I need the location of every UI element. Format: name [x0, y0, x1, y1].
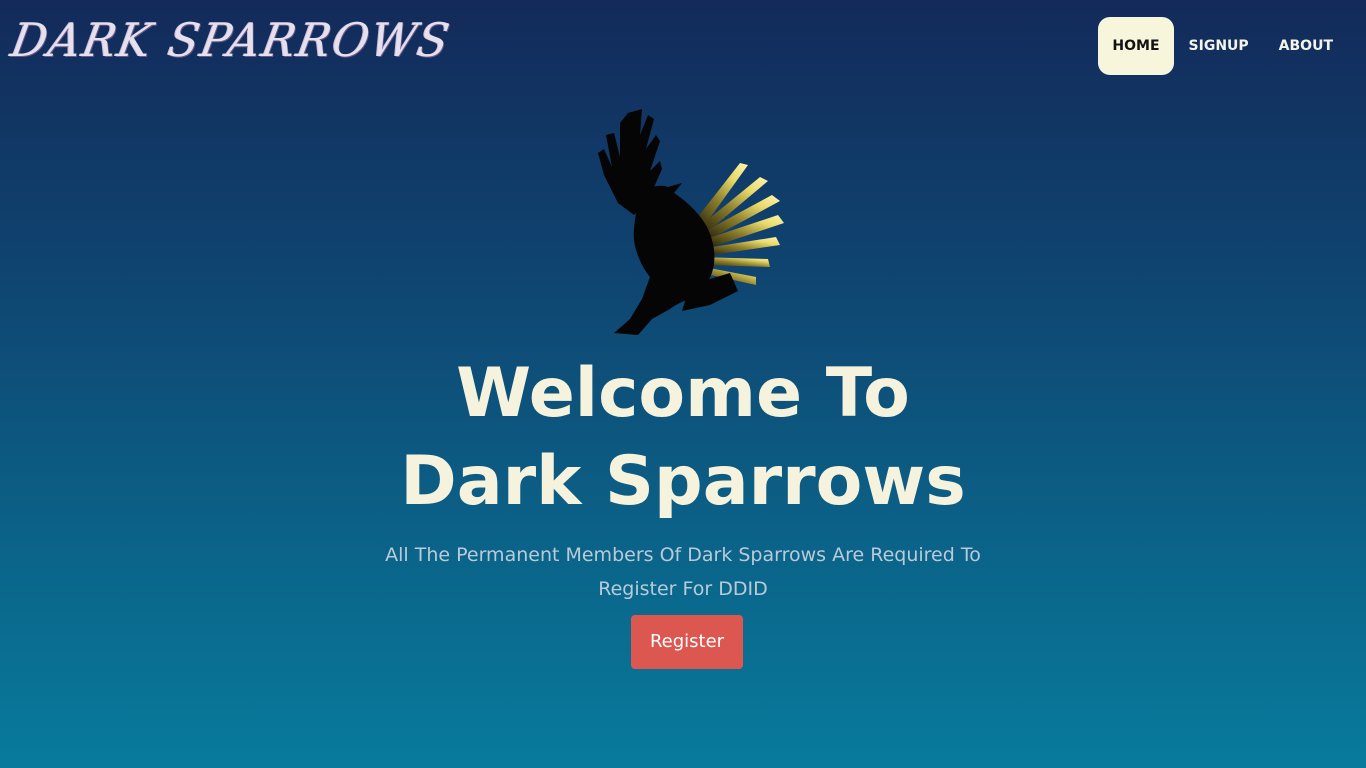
nav-item-signup[interactable]: SIGNUP	[1174, 17, 1264, 75]
hero-title-line2: Dark Sparrows	[400, 442, 966, 521]
top-nav: HOME SIGNUP ABOUT	[1098, 17, 1348, 75]
nav-item-about[interactable]: ABOUT	[1264, 17, 1348, 75]
nav-item-home[interactable]: HOME	[1098, 17, 1174, 75]
brand-logo-text[interactable]: DARK SPARROWS	[7, 14, 455, 68]
hero-subtitle: All The Permanent Members Of Dark Sparro…	[0, 538, 1366, 606]
hero-subtitle-line2: Register For DDID	[598, 578, 768, 600]
hero-title: Welcome To Dark Sparrows	[0, 350, 1366, 526]
hero-subtitle-line1: All The Permanent Members Of Dark Sparro…	[385, 544, 981, 566]
sparrow-logo-icon	[598, 109, 784, 335]
register-button[interactable]: Register	[631, 615, 743, 669]
hero-title-line1: Welcome To	[456, 354, 910, 433]
